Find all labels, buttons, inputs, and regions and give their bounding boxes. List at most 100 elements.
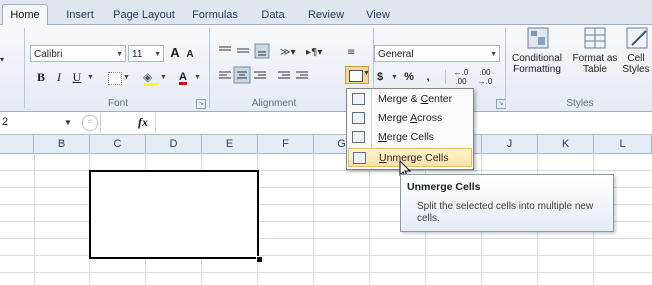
font-dialog-launcher-icon[interactable]: ↘ (196, 99, 206, 109)
comma-icon: , (426, 71, 430, 83)
tooltip-body: Split the selected cells into multiple n… (417, 201, 594, 224)
cell-styles-icon[interactable] (624, 25, 650, 51)
accelerator-key: A (410, 112, 418, 124)
orientation-icon: ≫▾ (280, 47, 296, 58)
fill-color-icon[interactable]: ◈ (143, 70, 157, 84)
menu-item-merge-cells[interactable]: Merge Cells (348, 128, 472, 147)
text-direction-icon: ▸¶▾ (306, 47, 322, 58)
tooltip-title: Unmerge Cells (407, 181, 481, 193)
formula-bar: 2 ▼ = fx (0, 112, 652, 135)
decrease-decimal-button[interactable]: .00 →.0 (474, 68, 496, 86)
column-header-e[interactable]: E (202, 135, 258, 153)
number-format-value: General (378, 49, 414, 60)
column-header-k[interactable]: K (538, 135, 594, 153)
menu-item-merge-across[interactable]: Merge Across (348, 109, 472, 128)
middle-align-icon (237, 48, 249, 53)
increase-indent-icon (296, 71, 308, 79)
bottom-align-icon (254, 43, 270, 59)
column-header-l[interactable]: L (594, 135, 652, 153)
chevron-down-icon[interactable]: ▼ (154, 46, 161, 63)
chevron-down-icon[interactable]: ▼ (194, 74, 201, 81)
currency-icon: $ (376, 71, 384, 83)
chevron-down-icon[interactable]: ▼ (116, 46, 123, 63)
accelerator-key: M (378, 131, 387, 143)
column-header-b[interactable]: B (34, 135, 90, 153)
grow-font-icon: A (170, 45, 180, 60)
number-format-combo[interactable]: General ▼ (374, 45, 500, 62)
alignment-buttons: ≫▾ ▸¶▾ ≡ (219, 43, 355, 84)
underline-button[interactable]: U (70, 68, 84, 86)
ribbon: ▾ Calibri ▼ 11 ▼ A A B I U ▼ ▼ ◈ ▼ A ▼ F… (0, 25, 652, 112)
increase-decimal-icon: ←.0 .00 (453, 68, 469, 86)
chevron-down-icon[interactable]: ▼ (363, 70, 370, 77)
column-header-d[interactable]: D (146, 135, 202, 153)
formula-cancel-icon: = (82, 115, 98, 131)
shrink-font-button[interactable]: A (184, 46, 196, 64)
fx-icon: fx (138, 115, 148, 129)
menu-item-label: Unmerge Cells (379, 152, 449, 164)
selected-range[interactable] (89, 170, 259, 259)
cell-styles-button[interactable]: Cell Styles (620, 53, 652, 75)
merge-center-button[interactable]: ▼ (345, 66, 370, 84)
currency-button[interactable]: $ (374, 68, 386, 86)
merge-center-icon (352, 93, 365, 105)
tab-view[interactable]: View (362, 7, 394, 23)
insert-function-button[interactable]: fx (138, 115, 148, 130)
font-name-combo[interactable]: Calibri ▼ (30, 45, 126, 62)
column-headers: B C D E F G H I J K L (0, 135, 652, 154)
conditional-formatting-label: Conditional Formatting (511, 53, 563, 75)
divider (445, 70, 446, 84)
chevron-down-icon[interactable]: ▼ (64, 118, 72, 127)
ribbon-tab-strip: Home Insert Page Layout Formulas Data Re… (0, 0, 652, 25)
chevron-down-icon[interactable]: ▼ (490, 46, 497, 63)
format-as-table-button[interactable]: Format as Table (570, 53, 620, 75)
column-header-f[interactable]: F (258, 135, 314, 153)
shrink-font-icon: A (186, 49, 194, 60)
decrease-decimal-icon: .00 →.0 (477, 68, 493, 86)
italic-icon: I (57, 70, 61, 84)
name-box[interactable]: 2 (0, 115, 88, 130)
chevron-down-icon[interactable]: ▼ (123, 74, 130, 81)
format-as-table-icon[interactable] (582, 25, 608, 51)
wrap-text-icon: ≡ (347, 47, 355, 58)
fill-handle[interactable] (256, 256, 263, 263)
bold-button[interactable]: B (34, 68, 48, 86)
fill-color-swatch (144, 83, 158, 86)
tab-data[interactable]: Data (256, 7, 290, 23)
grid-line (369, 153, 370, 285)
increase-decimal-button[interactable]: ←.0 .00 (450, 68, 472, 86)
column-header-c[interactable]: C (90, 135, 146, 153)
grid-line (0, 272, 652, 273)
tab-review[interactable]: Review (304, 7, 348, 23)
underline-icon: U (72, 70, 82, 84)
group-separator (209, 28, 210, 108)
percent-button[interactable]: % (403, 68, 415, 86)
grow-font-button[interactable]: A (168, 44, 182, 62)
chevron-down-icon[interactable]: ▼ (87, 74, 94, 81)
unmerge-cells-icon (353, 152, 366, 164)
decrease-indent-icon (278, 71, 290, 79)
merge-dropdown-menu: Merge & Center Merge Across Merge Cells … (346, 88, 474, 170)
tab-formulas[interactable]: Formulas (188, 7, 242, 23)
menu-item-merge-center[interactable]: Merge & Center (348, 90, 472, 109)
paste-remnant-icon[interactable]: ▾ (0, 55, 10, 75)
conditional-formatting-button[interactable]: Conditional Formatting (506, 53, 568, 75)
select-all-corner[interactable] (0, 135, 34, 153)
name-box-value: 2 (2, 116, 9, 128)
column-header-j[interactable]: J (482, 135, 538, 153)
chevron-down-icon[interactable]: ▼ (391, 74, 398, 81)
borders-icon[interactable] (108, 72, 122, 85)
font-group-label: Font (107, 98, 128, 109)
font-size-combo[interactable]: 11 ▼ (128, 45, 164, 62)
comma-button[interactable]: , (423, 68, 433, 86)
font-color-button[interactable]: A (176, 68, 190, 86)
chevron-down-icon[interactable]: ▼ (160, 74, 167, 81)
tab-home[interactable]: Home (2, 4, 48, 25)
grid-line (313, 153, 314, 285)
merge-across-icon (352, 112, 365, 124)
italic-button[interactable]: I (52, 68, 66, 86)
menu-item-label: Merge & Center (378, 93, 453, 105)
tab-page-layout[interactable]: Page Layout (112, 7, 176, 23)
tab-insert[interactable]: Insert (60, 7, 100, 23)
conditional-formatting-icon[interactable] (525, 25, 551, 51)
